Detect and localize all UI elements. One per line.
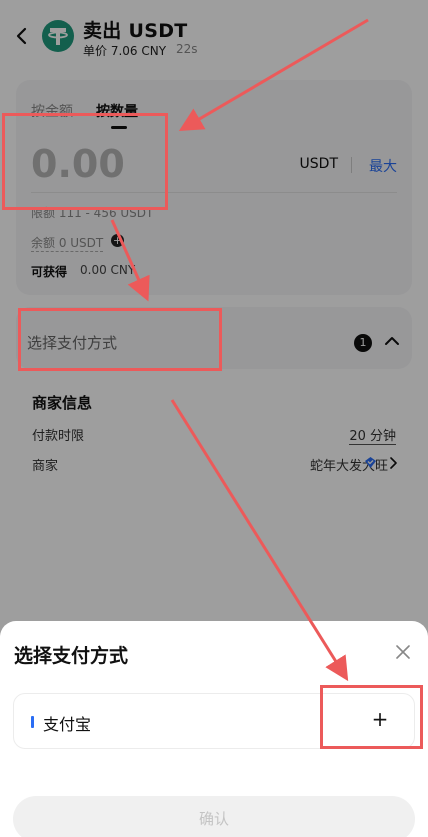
- option-accent-bar: [31, 716, 34, 728]
- confirm-label: 确认: [198, 810, 229, 828]
- confirm-button[interactable]: 确认: [13, 796, 415, 837]
- annotation-box-add-payment: [320, 685, 423, 749]
- close-icon[interactable]: [396, 645, 410, 659]
- annotation-box-payment-selector: [18, 308, 222, 371]
- sheet-title: 选择支付方式: [14, 645, 129, 667]
- payment-option-label: 支付宝: [43, 715, 92, 734]
- annotation-box-amount: [2, 113, 168, 210]
